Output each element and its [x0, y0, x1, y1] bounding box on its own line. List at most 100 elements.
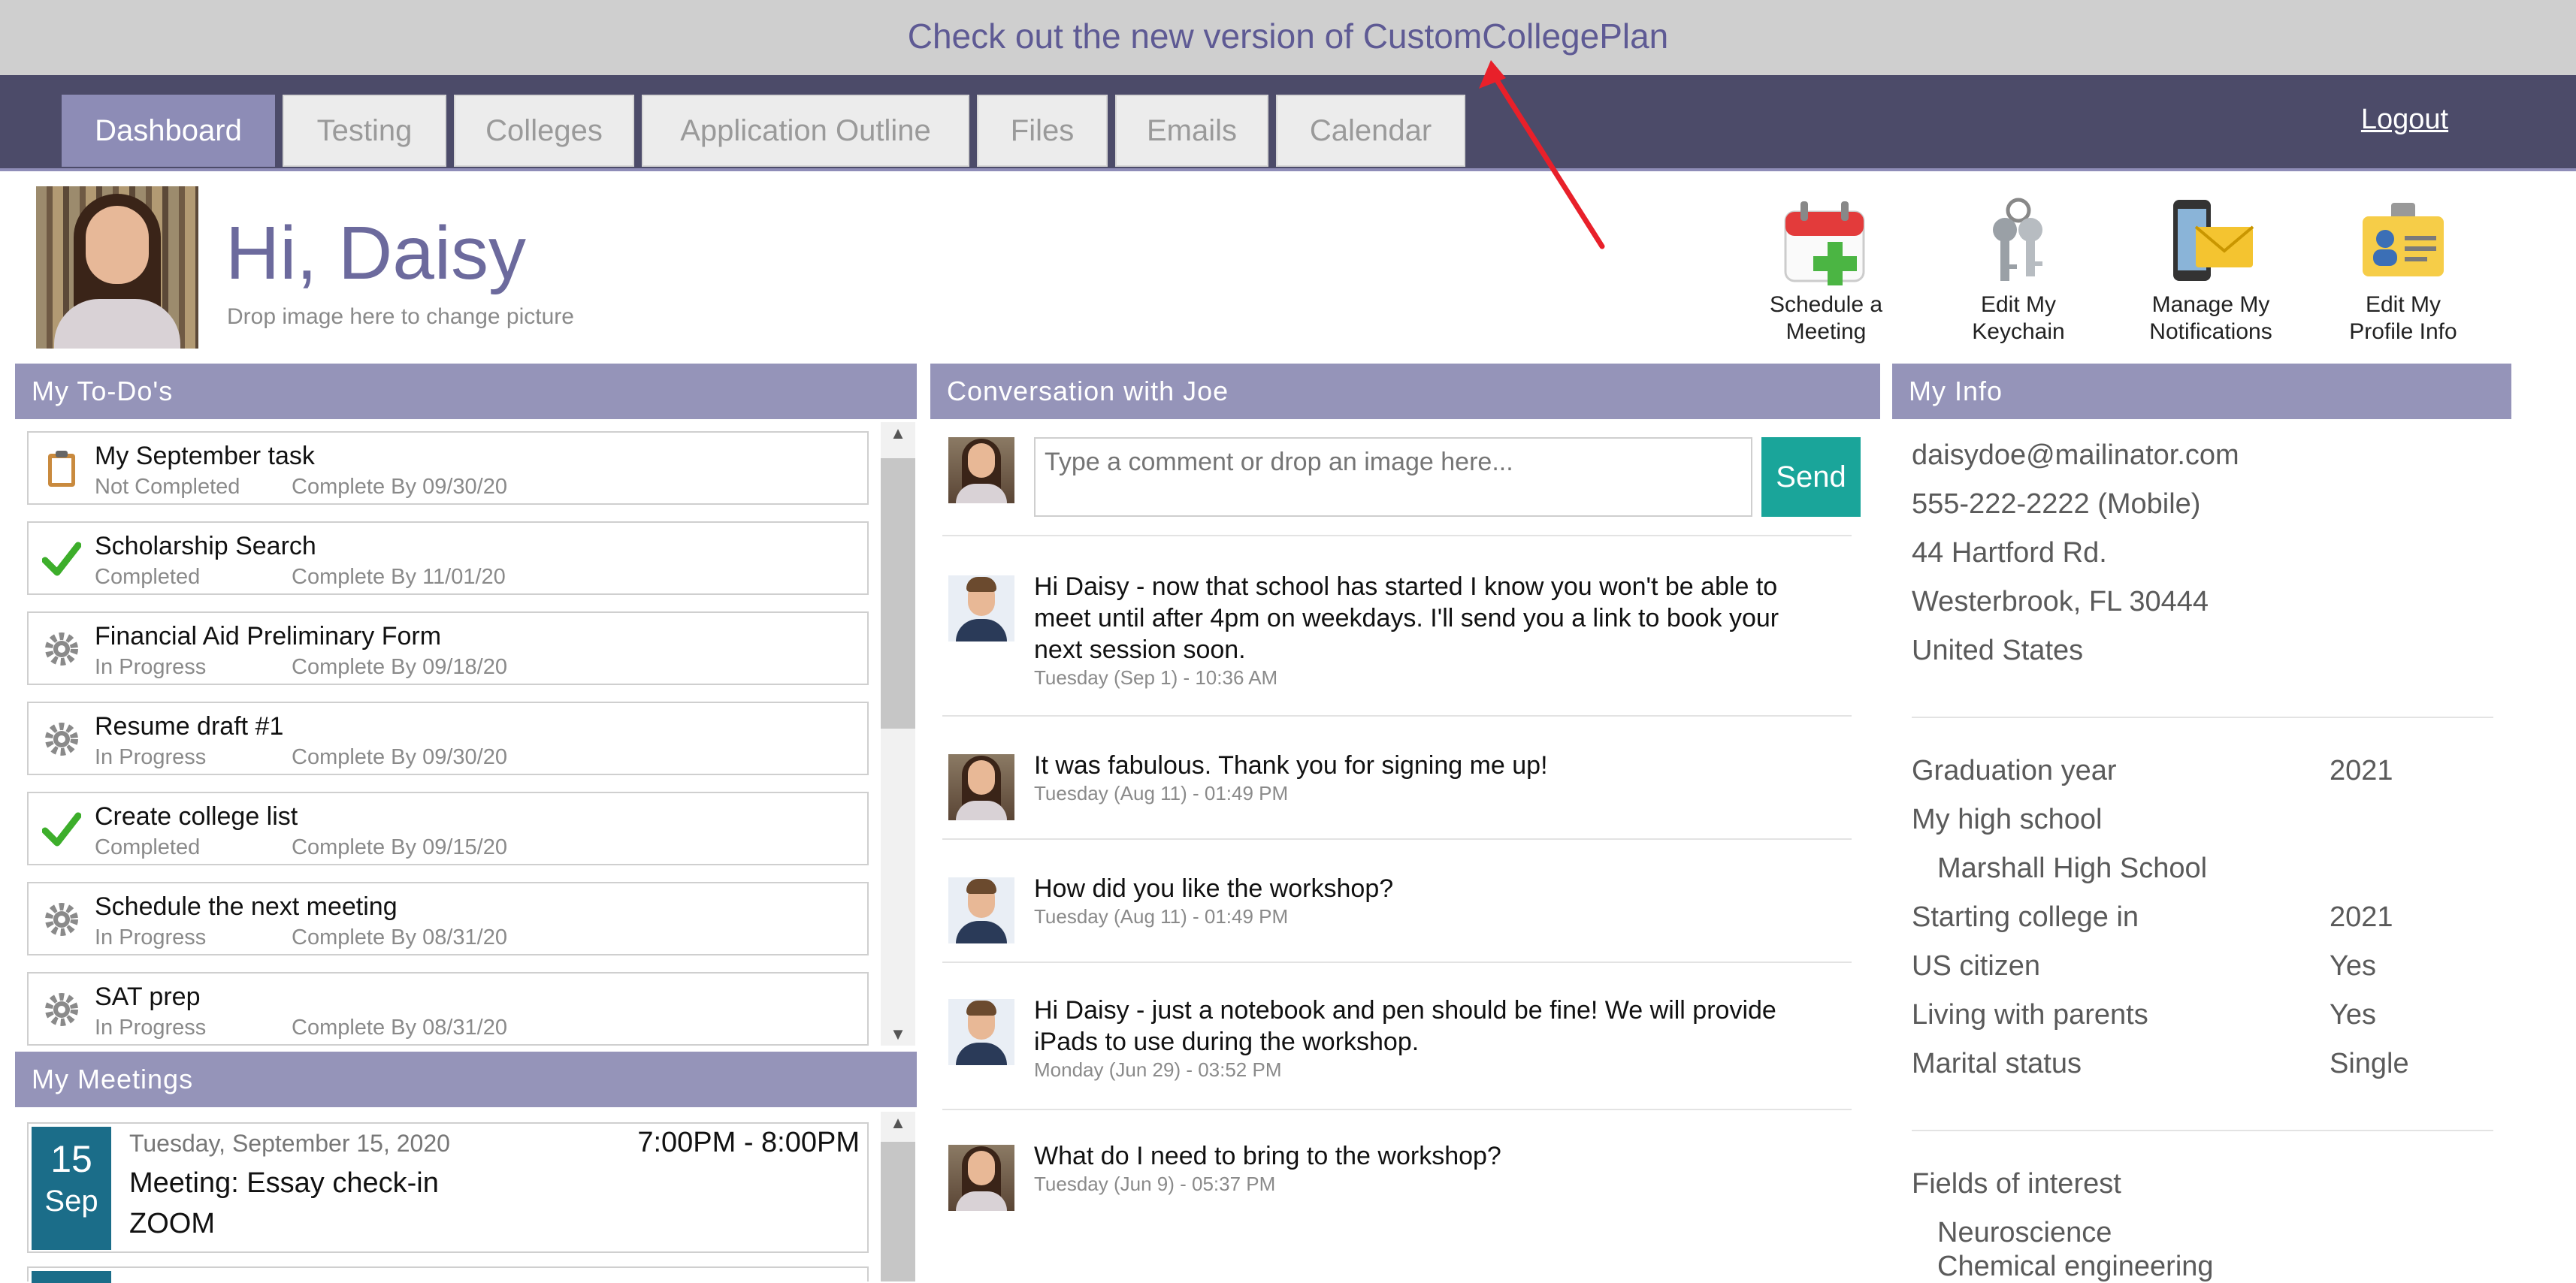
scroll-down-icon[interactable]: ▼ — [881, 1023, 915, 1046]
phone-mail-icon — [2166, 195, 2256, 285]
todo-item[interactable]: Schedule the next meeting In Progress Co… — [27, 882, 869, 955]
message-time: Monday (Jun 29) - 03:52 PM — [1034, 1058, 1282, 1081]
message-item: What do I need to bring to the workshop?… — [948, 1142, 1850, 1220]
todo-status: Completed — [95, 565, 201, 589]
info-header: My Info — [1892, 364, 2511, 419]
banner-text[interactable]: Check out the new version of CustomColle… — [908, 17, 1669, 56]
message-text: Hi Daisy - just a notebook and pen shoul… — [1034, 996, 1776, 1056]
todo-item[interactable]: SAT prep In Progress Complete By 08/31/2… — [27, 972, 869, 1046]
todo-due-date: Complete By 09/30/20 — [292, 745, 507, 769]
todos-scrollbar[interactable]: ▲ ▼ — [881, 422, 915, 1046]
meeting-card[interactable] — [27, 1266, 869, 1283]
message-item: Hi Daisy - now that school has started I… — [948, 572, 1850, 696]
gear-icon — [42, 900, 81, 939]
message-item: How did you like the workshop? Tuesday (… — [948, 874, 1850, 952]
field-of-interest: Chemical engineering — [1937, 1251, 2214, 1282]
daisy-avatar — [948, 754, 1014, 820]
todo-item[interactable]: Financial Aid Preliminary Form In Progre… — [27, 611, 869, 685]
todo-status: Completed — [95, 835, 201, 859]
todo-due-date: Complete By 08/31/20 — [292, 1016, 507, 1040]
meeting-card[interactable]: 15 Sep Tuesday, September 15, 2020 7:00P… — [27, 1122, 869, 1253]
todo-title: My September task — [95, 442, 315, 470]
edit-profile-label-1: Edit My — [2365, 292, 2441, 317]
living-with-parents-value: Yes — [2330, 999, 2376, 1031]
meeting-date-text: Tuesday, September 15, 2020 — [129, 1130, 450, 1157]
drop-image-hint: Drop image here to change picture — [227, 304, 574, 329]
info-country: United States — [1912, 635, 2084, 666]
todo-due-date: Complete By 09/15/20 — [292, 835, 507, 859]
todo-title: Create college list — [95, 802, 298, 831]
joe-avatar — [948, 877, 1014, 943]
schedule-meeting-button[interactable]: Schedule a Meeting — [1743, 195, 1909, 346]
todo-due-date: Complete By 09/18/20 — [292, 655, 507, 679]
graduation-year-label: Graduation year — [1912, 755, 2117, 786]
divider — [942, 1109, 1852, 1110]
todo-item[interactable]: Scholarship Search Completed Complete By… — [27, 521, 869, 595]
message-time: Tuesday (Aug 11) - 01:49 PM — [1034, 782, 1289, 805]
todo-item[interactable]: Resume draft #1 In Progress Complete By … — [27, 702, 869, 775]
tab-dashboard[interactable]: Dashboard — [62, 95, 275, 167]
tab-application-outline[interactable]: Application Outline — [642, 95, 969, 167]
todo-due-date: Complete By 09/30/20 — [292, 475, 507, 499]
meetings-scroll-thumb[interactable] — [881, 1142, 915, 1281]
profile-photo[interactable] — [36, 186, 198, 349]
message-item: Hi Daisy - just a notebook and pen shoul… — [948, 996, 1850, 1097]
my-avatar — [948, 437, 1014, 503]
divider — [942, 535, 1852, 536]
tab-emails[interactable]: Emails — [1115, 95, 1268, 167]
scroll-up-icon[interactable]: ▲ — [881, 422, 915, 445]
schedule-meeting-label-1: Schedule a — [1769, 292, 1883, 317]
todo-status: In Progress — [95, 745, 207, 769]
send-button[interactable]: Send — [1761, 437, 1861, 517]
message-text: Hi Daisy - now that school has started I… — [1034, 572, 1779, 664]
gear-icon — [42, 720, 81, 759]
todo-due-date: Complete By 08/31/20 — [292, 925, 507, 949]
divider — [942, 838, 1852, 840]
message-text: It was fabulous. Thank you for signing m… — [1034, 751, 1548, 780]
divider — [942, 961, 1852, 963]
todos-scroll-thumb[interactable] — [881, 458, 915, 729]
divider — [1912, 717, 2493, 718]
joe-avatar — [948, 999, 1014, 1065]
tab-calendar[interactable]: Calendar — [1276, 95, 1465, 167]
marital-status-value: Single — [2330, 1048, 2409, 1079]
manage-notifications-button[interactable]: Manage My Notifications — [2128, 195, 2293, 346]
edit-keychain-label-2: Keychain — [1972, 319, 2065, 344]
todo-item[interactable]: My September task Not Completed Complete… — [27, 431, 869, 505]
edit-profile-button[interactable]: Edit My Profile Info — [2321, 195, 2486, 346]
todo-item[interactable]: Create college list Completed Complete B… — [27, 792, 869, 865]
tab-testing[interactable]: Testing — [283, 95, 446, 167]
gear-icon — [42, 990, 81, 1029]
fields-of-interest-label: Fields of interest — [1912, 1168, 2121, 1200]
todo-title: SAT prep — [95, 983, 201, 1011]
info-address-line2: Westerbrook, FL 30444 — [1912, 586, 2209, 617]
logout-link[interactable]: Logout — [2345, 104, 2465, 136]
todo-title: Financial Aid Preliminary Form — [95, 622, 442, 651]
manage-notifications-label-2: Notifications — [2149, 319, 2272, 344]
scroll-up-icon[interactable]: ▲ — [881, 1112, 915, 1134]
info-email: daisydoe@mailinator.com — [1912, 439, 2239, 471]
living-with-parents-label: Living with parents — [1912, 999, 2148, 1031]
meetings-header: My Meetings — [15, 1052, 917, 1107]
edit-keychain-button[interactable]: Edit My Keychain — [1936, 195, 2101, 346]
info-phone: 555-222-2222 (Mobile) — [1912, 488, 2201, 520]
main-navigation: Dashboard Testing Colleges Application O… — [0, 75, 2576, 171]
clipboard-icon — [42, 449, 81, 488]
meeting-day: 15 — [50, 1138, 92, 1180]
gear-icon — [42, 629, 81, 669]
todo-status: In Progress — [95, 1016, 207, 1040]
announcement-banner[interactable]: Check out the new version of CustomColle… — [0, 0, 2576, 75]
conversation-header: Conversation with Joe — [930, 364, 1880, 419]
tab-files[interactable]: Files — [977, 95, 1108, 167]
comment-input[interactable] — [1034, 437, 1752, 517]
message-time: Tuesday (Sep 1) - 10:36 AM — [1034, 666, 1278, 689]
starting-college-label: Starting college in — [1912, 901, 2139, 933]
annotation-arrow — [1479, 60, 1605, 249]
us-citizen-value: Yes — [2330, 950, 2376, 982]
todo-title: Scholarship Search — [95, 532, 316, 560]
meetings-scrollbar[interactable]: ▲ — [881, 1112, 915, 1281]
todo-status: In Progress — [95, 655, 207, 679]
joe-avatar — [948, 575, 1014, 642]
tab-colleges[interactable]: Colleges — [454, 95, 634, 167]
schedule-meeting-label-2: Meeting — [1785, 319, 1867, 344]
